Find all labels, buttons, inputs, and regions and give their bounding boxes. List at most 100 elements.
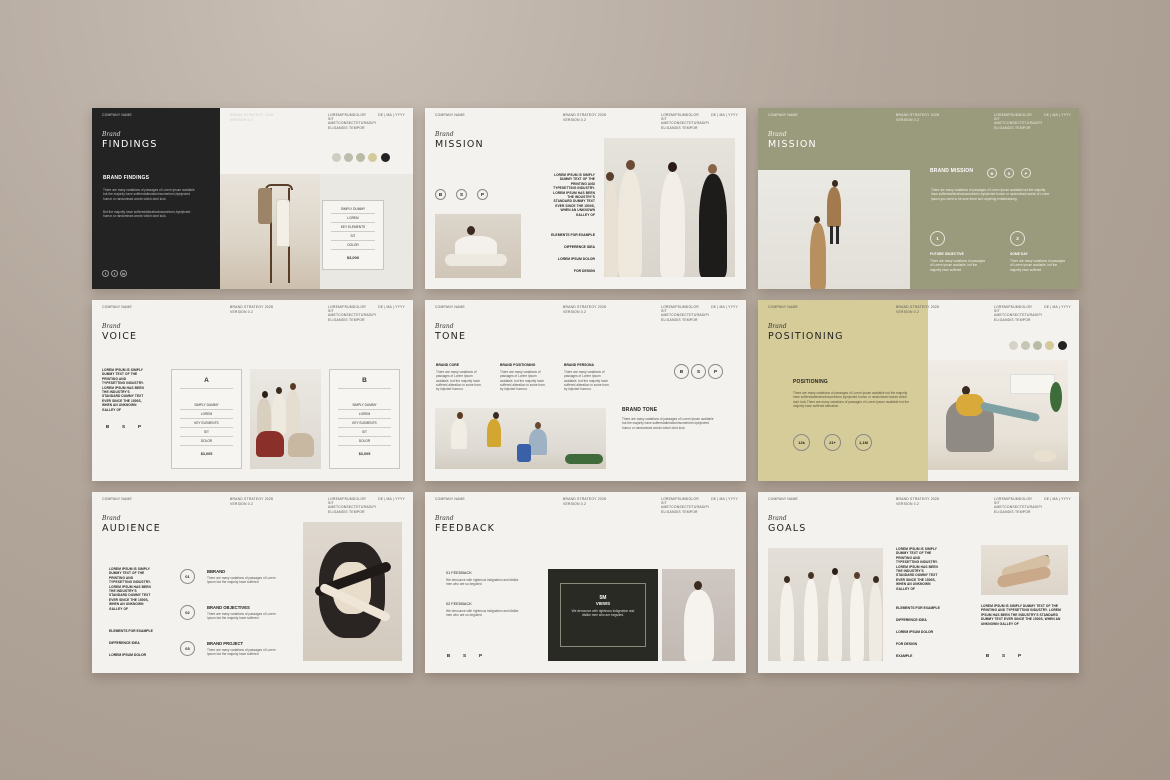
- facebook-icon[interactable]: f: [102, 270, 109, 277]
- bsp-s: S: [462, 653, 467, 658]
- intro-text: LOREM IPSUM IS SIMPLY DUMMY TEXT OF THE …: [102, 368, 144, 412]
- company-name: COMPANY NAME: [435, 497, 465, 501]
- bsp-p: P: [478, 653, 483, 658]
- list-2-number: 02: [180, 605, 195, 620]
- script-brand: Brand: [768, 515, 787, 522]
- script-brand: Brand: [102, 131, 121, 138]
- slide-title: FEEDBACK: [435, 523, 496, 534]
- card-row: SIMPLY DUMMY: [352, 403, 377, 407]
- item-1: ELEMENTS FOR EXAMPLE: [109, 629, 153, 633]
- card-row: LOREM: [200, 412, 213, 416]
- slide-brand-feedback[interactable]: COMPANY NAME BRAND STRATEGY 2028 VERSION …: [425, 492, 746, 673]
- card-price: $3,005: [358, 452, 371, 456]
- list-1-heading: BBRAND: [207, 569, 226, 574]
- brand-strategy: BRAND STRATEGY 2028 VERSION 0.2: [230, 113, 274, 122]
- item-1: ELEMENTS FOR EXAMPLE: [551, 233, 595, 237]
- card-row: KEY ELEMENTS: [352, 421, 377, 425]
- swatch-1: [332, 153, 341, 162]
- twitter-icon[interactable]: t: [111, 270, 118, 277]
- photo-woman-seated: [435, 214, 521, 278]
- slide-title: MISSION: [435, 139, 484, 150]
- swatch-5: [1058, 341, 1067, 350]
- linkedin-icon[interactable]: in: [120, 270, 127, 277]
- bsp-s: S: [456, 189, 467, 200]
- step-2-number: 2: [1010, 231, 1025, 246]
- card-price: $3,000: [346, 255, 360, 260]
- item-5: EXAMPLE: [896, 654, 913, 658]
- slide-brand-mission[interactable]: COMPANY NAME BRAND STRATEGY 2028 VERSION …: [425, 108, 746, 289]
- slide-title: MISSION: [768, 139, 817, 150]
- photo-group-lying: [303, 522, 402, 661]
- item-2: DIFFERENCE IDEA: [564, 245, 595, 249]
- page-date: DE | MA | YYYY: [378, 305, 405, 309]
- bsp-p: P: [1021, 168, 1031, 178]
- page-date: DE | MA | YYYY: [711, 305, 738, 309]
- lorem-block: LOREMIPSUMDOLOR SIT AMETCONSECTETURADIPI E…: [328, 497, 377, 514]
- brand-strategy: BRAND STRATEGY 2028 VERSION 0.2: [230, 305, 274, 314]
- paragraph-2: But the majority have sufferedalteration…: [103, 210, 191, 219]
- item-3: LOREM IPSUM DOLOR: [896, 630, 934, 634]
- stat-1: 12k: [793, 434, 810, 451]
- slide-brand-positioning[interactable]: COMPANY NAME BRAND STRATEGY 2028 VERSION …: [758, 300, 1079, 481]
- bsp-s: S: [1001, 653, 1006, 658]
- list-2-text: There are many variations of passages of…: [207, 612, 276, 621]
- slide-brand-voice[interactable]: COMPANY NAME BRAND STRATEGY 2028 VERSION …: [92, 300, 413, 481]
- col-1-heading: BRAND CORE: [436, 363, 459, 367]
- step-1-label: FUTURE OBJECTIVE: [930, 252, 964, 256]
- card-letter: B: [362, 377, 367, 384]
- bsp-s: S: [121, 424, 126, 429]
- lorem-block: LOREMIPSUMDOLOR SIT AMETCONSECTETURADIPI E…: [994, 113, 1043, 130]
- feedback-2-heading: 02 FEEDBACK: [446, 602, 472, 606]
- section-heading: BRAND TONE: [622, 407, 658, 413]
- step-2-label: SOME DAY: [1010, 252, 1028, 256]
- script-brand: Brand: [102, 515, 121, 522]
- script-brand: Brand: [435, 323, 454, 330]
- slide-brand-audience[interactable]: COMPANY NAME BRAND STRATEGY 2028 VERSION …: [92, 492, 413, 673]
- photo-two-women-coats: [758, 170, 910, 289]
- slide-title: VOICE: [102, 331, 138, 342]
- stat-panel: 5M VIEWS We denounce with righteous indi…: [548, 569, 658, 661]
- step-2-text: There are many variations of passages of…: [1010, 259, 1066, 272]
- slide-title: AUDIENCE: [102, 523, 161, 534]
- bsp-b: B: [435, 189, 446, 200]
- step-1-number: 1: [930, 231, 945, 246]
- swatch-2: [1021, 341, 1030, 350]
- brand-strategy: BRAND STRATEGY 2028 VERSION 0.2: [230, 497, 274, 506]
- slide-brand-mission-olive[interactable]: COMPANY NAME BRAND STRATEGY 2028 VERSION …: [758, 108, 1079, 289]
- page-date: DE | MA | YYYY: [711, 113, 738, 117]
- bsp-p: P: [477, 189, 488, 200]
- company-name: COMPANY NAME: [768, 497, 798, 501]
- card-letter: A: [204, 377, 209, 384]
- slide-brand-goals[interactable]: COMPANY NAME BRAND STRATEGY 2028 VERSION …: [758, 492, 1079, 673]
- card-row: LOREM: [347, 216, 359, 220]
- lorem-block: LOREMIPSUMDOLOR SIT AMETCONSECTETURADIPI E…: [661, 305, 710, 322]
- col-3-heading: BRAND PERSONA: [564, 363, 594, 367]
- script-brand: Brand: [768, 131, 787, 138]
- bsp-p: P: [1017, 653, 1022, 658]
- bsp-p: P: [137, 424, 142, 429]
- step-1-text: There are many variations of passages of…: [930, 259, 986, 272]
- slide-brand-tone[interactable]: COMPANY NAME BRAND STRATEGY 2028 VERSION …: [425, 300, 746, 481]
- photo-woman-armchair: [928, 360, 1068, 470]
- company-name: COMPANY NAME: [102, 113, 132, 117]
- slide-title: POSITIONING: [768, 331, 844, 342]
- lorem-block: LOREMIPSUMDOLOR SIT AMETCONSECTETURADIPI E…: [994, 497, 1043, 514]
- pricing-card: SIMPLY DUMMY LOREM KEY ELEMENTS SIT DOLO…: [322, 200, 384, 270]
- bsp-b: B: [985, 653, 990, 658]
- slide-brand-findings[interactable]: COMPANY NAME BRAND STRATEGY 2028 VERSION …: [92, 108, 413, 289]
- intro-text: LOREM IPSUM IS SIMPLY DUMMY TEXT OF THE …: [109, 567, 151, 611]
- lorem-block: LOREMIPSUMDOLOR SIT AMETCONSECTETURADIPI E…: [994, 305, 1043, 322]
- bsp-b: B: [674, 364, 689, 379]
- stat-text: We denounce with righteous indignation a…: [571, 609, 635, 618]
- list-1-number: 01: [180, 569, 195, 584]
- positioning-paragraph: There are many variations of passages of…: [793, 391, 910, 408]
- script-brand: Brand: [102, 323, 121, 330]
- item-3: LOREM IPSUM DOLOR: [557, 257, 595, 261]
- slide-title: GOALS: [768, 523, 807, 534]
- slide-title: FINDINGS: [102, 139, 158, 150]
- brand-strategy: BRAND STRATEGY 2028 VERSION 0.2: [896, 305, 940, 314]
- col-3-text: There are many variations of passages of…: [564, 370, 610, 392]
- company-name: COMPANY NAME: [435, 305, 465, 309]
- swatch-4: [368, 153, 377, 162]
- brand-strategy: BRAND STRATEGY 2028 VERSION 0.2: [896, 497, 940, 506]
